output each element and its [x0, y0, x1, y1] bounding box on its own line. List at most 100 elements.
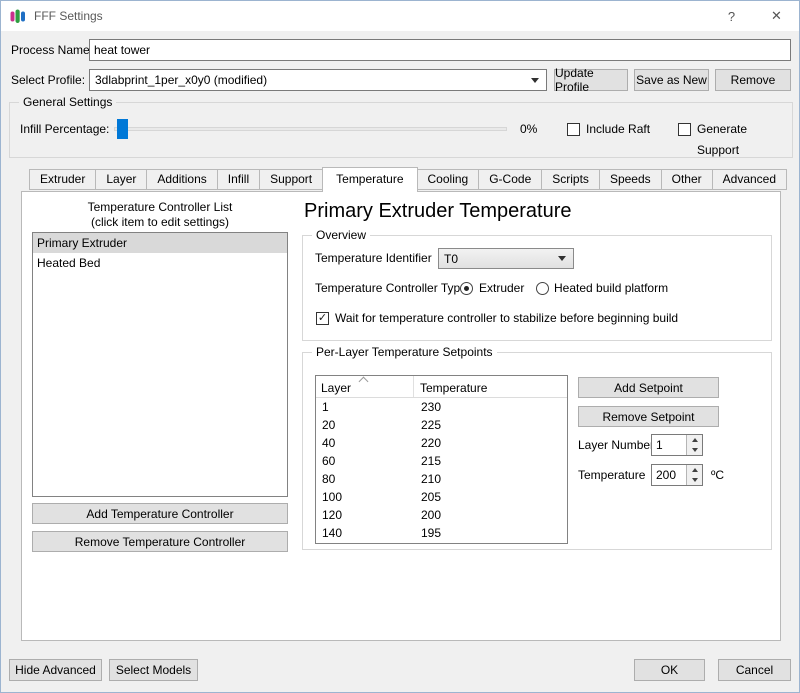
- infill-percentage-value: 0%: [520, 119, 537, 140]
- temperature-cell[interactable]: 220: [414, 434, 441, 452]
- title-bar: FFF Settings ? ✕: [1, 1, 799, 31]
- spin-up-icon[interactable]: [687, 465, 702, 475]
- controller-type-label: Temperature Controller Type:: [315, 278, 470, 299]
- layer-cell[interactable]: 80: [316, 470, 414, 488]
- controller-list-header: Temperature Controller List (click item …: [32, 200, 288, 230]
- heated-platform-radio-label: Heated build platform: [554, 278, 668, 299]
- save-as-new-button[interactable]: Save as New: [634, 69, 709, 91]
- tab-layer[interactable]: Layer: [95, 169, 147, 190]
- spin-down-icon[interactable]: [687, 445, 702, 455]
- tab-extruder[interactable]: Extruder: [29, 169, 96, 190]
- include-raft-label: Include Raft: [586, 119, 650, 140]
- layer-cell[interactable]: 1: [316, 398, 414, 416]
- infill-slider-track[interactable]: [114, 127, 507, 131]
- general-settings-legend: General Settings: [19, 95, 116, 109]
- add-temperature-controller-button[interactable]: Add Temperature Controller: [32, 503, 288, 524]
- profile-value: 3dlabprint_1per_x0y0 (modified): [95, 73, 267, 87]
- list-item-primary-extruder[interactable]: Primary Extruder: [33, 233, 287, 253]
- cancel-button[interactable]: Cancel: [718, 659, 791, 681]
- temperature-identifier-value: T0: [444, 252, 458, 266]
- select-models-button[interactable]: Select Models: [109, 659, 198, 681]
- table-row[interactable]: 60215: [316, 452, 567, 470]
- chevron-down-icon: [558, 256, 566, 261]
- temperature-cell[interactable]: 205: [414, 488, 441, 506]
- overview-group: Overview Temperature Identifier T0 Tempe…: [302, 235, 772, 341]
- heated-platform-radio[interactable]: [536, 282, 549, 295]
- temperature-setpoint-label: Temperature: [578, 465, 645, 486]
- remove-temperature-controller-button[interactable]: Remove Temperature Controller: [32, 531, 288, 552]
- table-row[interactable]: 40220: [316, 434, 567, 452]
- extruder-radio[interactable]: [460, 282, 473, 295]
- table-row[interactable]: 120200: [316, 506, 567, 524]
- table-row[interactable]: 20225: [316, 416, 567, 434]
- setpoints-table-body: 1230202254022060215802101002051202001401…: [316, 398, 567, 542]
- tab-other[interactable]: Other: [661, 169, 713, 190]
- temperature-column-header[interactable]: Temperature: [414, 376, 487, 397]
- temperature-value: 200: [652, 465, 686, 485]
- tab-bar: ExtruderLayerAdditionsInfillSupportTempe…: [29, 167, 786, 192]
- layer-cell[interactable]: 20: [316, 416, 414, 434]
- process-name-input[interactable]: [89, 39, 791, 61]
- tab-infill[interactable]: Infill: [217, 169, 260, 190]
- layer-cell[interactable]: 60: [316, 452, 414, 470]
- table-row[interactable]: 100205: [316, 488, 567, 506]
- generate-support-checkbox[interactable]: [678, 123, 691, 136]
- layer-number-value: 1: [652, 435, 686, 455]
- temperature-cell[interactable]: 195: [414, 524, 441, 542]
- add-setpoint-button[interactable]: Add Setpoint: [578, 377, 719, 398]
- layer-cell[interactable]: 140: [316, 524, 414, 542]
- table-row[interactable]: 140195: [316, 524, 567, 542]
- remove-setpoint-button[interactable]: Remove Setpoint: [578, 406, 719, 427]
- layer-cell[interactable]: 100: [316, 488, 414, 506]
- layer-cell[interactable]: 120: [316, 506, 414, 524]
- list-item-heated-bed[interactable]: Heated Bed: [33, 253, 287, 273]
- table-row[interactable]: 80210: [316, 470, 567, 488]
- spin-arrows[interactable]: [686, 435, 702, 455]
- infill-slider-handle[interactable]: [117, 119, 128, 139]
- overview-legend: Overview: [312, 228, 370, 242]
- app-logo-icon: [10, 8, 26, 24]
- spin-up-icon[interactable]: [687, 435, 702, 445]
- temperature-identifier-label: Temperature Identifier: [315, 248, 432, 269]
- close-button[interactable]: ✕: [754, 1, 799, 31]
- hide-advanced-button[interactable]: Hide Advanced: [9, 659, 102, 681]
- temperature-cell[interactable]: 225: [414, 416, 441, 434]
- setpoints-table[interactable]: Layer Temperature 1230202254022060215802…: [315, 375, 568, 544]
- tab-temperature[interactable]: Temperature: [322, 167, 417, 192]
- temperature-cell[interactable]: 215: [414, 452, 441, 470]
- temperature-cell[interactable]: 200: [414, 506, 441, 524]
- temperature-identifier-combobox[interactable]: T0: [438, 248, 574, 269]
- spin-arrows[interactable]: [686, 465, 702, 485]
- temperature-cell[interactable]: 230: [414, 398, 441, 416]
- temperature-controller-list[interactable]: Primary ExtruderHeated Bed: [32, 232, 288, 497]
- tab-cooling[interactable]: Cooling: [417, 169, 480, 190]
- tab-g-code[interactable]: G-Code: [478, 169, 542, 190]
- controller-list-header-line2: (click item to edit settings): [32, 215, 288, 230]
- tab-additions[interactable]: Additions: [146, 169, 217, 190]
- spin-down-icon[interactable]: [687, 475, 702, 485]
- table-row[interactable]: 1230: [316, 398, 567, 416]
- temperature-cell[interactable]: 210: [414, 470, 441, 488]
- temperature-spinbox[interactable]: 200: [651, 464, 703, 486]
- tab-scripts[interactable]: Scripts: [541, 169, 600, 190]
- ok-button[interactable]: OK: [634, 659, 705, 681]
- layer-cell[interactable]: 40: [316, 434, 414, 452]
- tab-speeds[interactable]: Speeds: [599, 169, 662, 190]
- wait-stabilize-checkbox[interactable]: ✓: [316, 312, 329, 325]
- remove-profile-button[interactable]: Remove: [715, 69, 791, 91]
- help-button[interactable]: ?: [709, 1, 754, 31]
- setpoints-legend: Per-Layer Temperature Setpoints: [312, 345, 497, 359]
- include-raft-checkbox[interactable]: [567, 123, 580, 136]
- setpoints-table-header[interactable]: Layer Temperature: [316, 376, 567, 398]
- process-name-label: Process Name:: [11, 39, 93, 61]
- tab-advanced[interactable]: Advanced: [712, 169, 787, 190]
- infill-percentage-label: Infill Percentage:: [20, 119, 109, 140]
- controller-list-header-line1: Temperature Controller List: [32, 200, 288, 215]
- tab-support[interactable]: Support: [259, 169, 323, 190]
- extruder-radio-label: Extruder: [479, 278, 524, 299]
- layer-number-spinbox[interactable]: 1: [651, 434, 703, 456]
- temperature-unit-label: ºC: [711, 465, 724, 486]
- generate-support-label: Generate Support: [697, 119, 792, 161]
- update-profile-button[interactable]: Update Profile: [554, 69, 628, 91]
- profile-combobox[interactable]: 3dlabprint_1per_x0y0 (modified): [89, 69, 547, 91]
